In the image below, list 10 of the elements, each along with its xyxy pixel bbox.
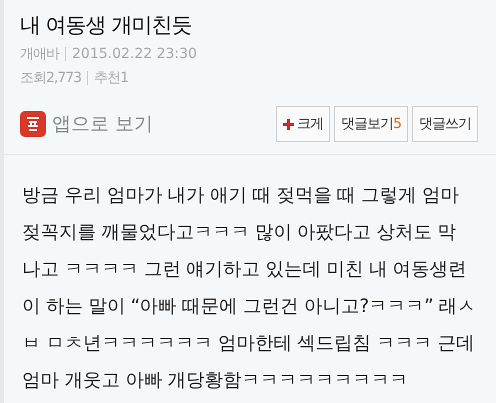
recommend-count: 추천1 — [94, 69, 128, 88]
post-body: 방금 우리 엄마가 내가 애기 때 젖먹을 때 그렇게 엄마 젖꼭지를 깨물었다고ㅋㅋㅋ 많이 아팠다고 상처도 막 나고 ㅋㅋㅋㅋ 그런 얘기하고 있는데 미친 내 여동생련이 하는 말이 “아빠 때문에 그런건 아니고?ㅋㅋㅋ” 래ㅅㅂ ㅁㅊ년ㅋㅋㅋㅋㅋㅋ 엄마한테 섹드립침 ㅋㅋㅋ 근데 엄마 개웃고 아빠 개당황함ㅋㅋㅋㅋㅋㅋㅋㅋㅋ — [21, 184, 477, 393]
view-comments-button[interactable]: 댓글보기5 — [334, 106, 408, 142]
zoom-button[interactable]: 크게 — [276, 106, 330, 142]
comment-count: 5 — [393, 114, 401, 134]
post-author: 개애바 — [20, 45, 59, 64]
post-title: 내 여동생 개미친듯 — [20, 12, 192, 39]
post-date: 2015.02.22 23:30 — [72, 45, 197, 64]
view-count: 조회2,773 — [20, 69, 82, 88]
write-comment-button[interactable]: 댓글쓰기 — [412, 106, 478, 142]
